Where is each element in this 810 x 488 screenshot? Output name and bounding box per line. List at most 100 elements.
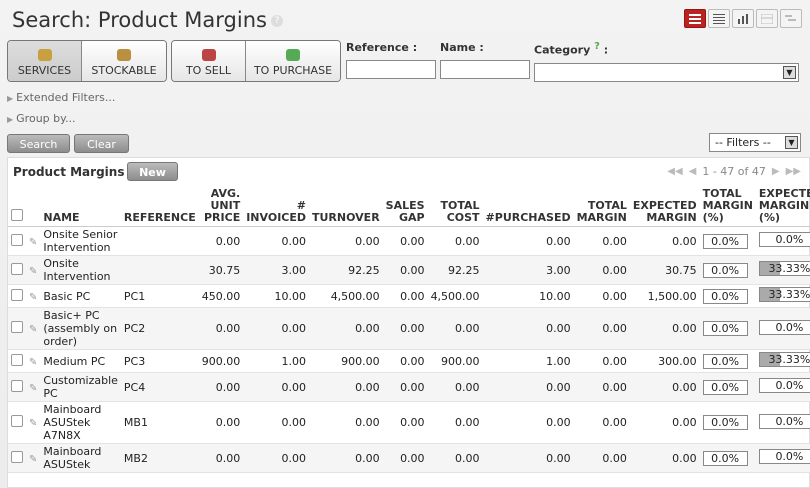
pencil-icon[interactable]: ✎ (29, 266, 37, 277)
expected-margin-pct-bar: 0.0% (758, 378, 810, 393)
form-view-icon[interactable] (708, 9, 730, 28)
pencil-icon[interactable]: ✎ (29, 324, 37, 335)
to-purchase-icon (286, 49, 300, 61)
cell-purchased: 0.00 (482, 226, 574, 256)
cell-name[interactable]: Basic PC (40, 284, 121, 308)
extended-filters-label: Extended Filters... (16, 91, 116, 104)
category-help-icon[interactable]: ? (594, 41, 600, 52)
table-row[interactable]: ✎ Customizable PC PC4 0.00 0.00 0.00 0.00 0.00 0… (8, 372, 810, 402)
chevron-down-icon[interactable]: ▼ (785, 136, 798, 149)
services-icon (37, 49, 52, 61)
col-total-margin-pct[interactable]: TOTAL MARGIN (%) (699, 186, 756, 227)
cell-name[interactable]: Customizable PC (40, 372, 121, 402)
row-checkbox[interactable] (11, 379, 23, 392)
col-total-cost[interactable]: TOTAL COST (427, 186, 483, 227)
table-row[interactable]: ✎ Mainboard ASUStek A7N8X MB1 0.00 0.00 0.00 0… (8, 401, 810, 444)
list-view-icon[interactable] (684, 9, 706, 28)
group-by-toggle[interactable]: ▶ Group by... (7, 112, 76, 125)
extended-filters-toggle[interactable]: ▶ Extended Filters... (7, 91, 115, 104)
new-button[interactable]: New (127, 162, 178, 181)
filter-to-purchase-button[interactable]: TO PURCHASE (246, 41, 340, 81)
row-checkbox[interactable] (11, 321, 23, 333)
cell-name[interactable]: Onsite Intervention (40, 255, 121, 285)
pencil-icon[interactable]: ✎ (29, 237, 37, 248)
view-switcher (684, 9, 802, 28)
cell-name[interactable]: Mainboard ASUStek A7N8X (40, 401, 121, 444)
cell-reference: PC2 (120, 307, 199, 350)
col-expected-margin[interactable]: EXPECTED MARGIN (629, 186, 700, 227)
col-reference[interactable]: REFERENCE (120, 186, 199, 227)
cell-exp-margin: 0.00 (629, 226, 700, 256)
table-row[interactable]: ✎ Medium PC PC3 900.00 1.00 900.00 0.00 900.00 1… (8, 349, 810, 373)
chevron-down-icon[interactable]: ▼ (783, 65, 796, 79)
margin-pct-bar: 0.0% (702, 379, 748, 395)
pager: ◀◀ ◀ 1 - 47 of 47 ▶ ▶▶ (667, 165, 801, 178)
first-page-icon[interactable]: ◀◀ (667, 166, 682, 177)
row-select-cell (8, 226, 26, 256)
row-checkbox[interactable] (11, 262, 23, 275)
prev-page-icon[interactable]: ◀ (689, 166, 697, 177)
filter-services-button[interactable]: SERVICES (8, 41, 82, 81)
row-select-cell (8, 372, 26, 402)
search-button[interactable]: Search (7, 134, 70, 153)
cell-cost: 0.00 (427, 443, 483, 473)
margin-pct-bar: 0.0% (702, 353, 748, 369)
next-page-icon[interactable]: ▶ (772, 166, 780, 177)
name-input[interactable] (440, 60, 530, 79)
row-checkbox[interactable] (11, 233, 23, 246)
table-row[interactable]: ✎ Mainboard ASUStek MB2 0.00 0.00 0.00 0.00 0.0… (8, 443, 810, 473)
cell-gap: 0.00 (382, 307, 428, 350)
row-checkbox[interactable] (11, 353, 23, 366)
table-row[interactable]: ✎ Basic PC PC1 450.00 10.00 4,500.00 0.00 4,500… (8, 284, 810, 308)
col-sales-gap[interactable]: SALES GAP (382, 186, 428, 227)
cell-turnover: 92.25 (309, 255, 383, 285)
cell-name[interactable]: Basic+ PC (assembly on order) (40, 307, 121, 350)
col-expected-margin-pct[interactable]: EXPECTED MARGIN (%) (755, 186, 810, 227)
cell-cost: 0.00 (427, 401, 483, 444)
cell-name[interactable]: Medium PC (40, 349, 121, 373)
col-name[interactable]: NAME (40, 186, 121, 227)
category-select[interactable]: ▼ (534, 62, 799, 82)
category-label: Category (534, 43, 591, 57)
filters-select[interactable]: -- Filters -- ▼ (709, 133, 801, 152)
cell-name[interactable]: Mainboard ASUStek (40, 443, 121, 473)
row-checkbox[interactable] (11, 288, 23, 301)
col-purchased[interactable]: #PURCHASED (482, 186, 574, 227)
help-icon[interactable]: ? (270, 15, 283, 27)
cell-exp-margin: 0.00 (629, 307, 700, 350)
table-row[interactable]: ✎ Onsite Senior Intervention 0.00 0.00 0.00 0… (8, 226, 810, 256)
reference-field: Reference : (346, 41, 436, 79)
graph-view-icon[interactable] (732, 9, 754, 28)
filter-to-sell-button[interactable]: TO SELL (172, 41, 246, 81)
cell-exp-margin: 0.00 (629, 401, 700, 444)
cell-cost: 900.00 (427, 349, 483, 373)
cell-reference: MB2 (120, 443, 199, 473)
table-row[interactable]: ✎ Basic+ PC (assembly on order) PC2 0.00 0.0… (8, 307, 810, 350)
cell-name[interactable]: Onsite Senior Intervention (40, 226, 121, 256)
pencil-icon[interactable]: ✎ (29, 418, 37, 429)
select-all-checkbox[interactable] (11, 209, 23, 221)
col-turnover[interactable]: TURNOVER (309, 186, 383, 227)
pencil-icon[interactable]: ✎ (29, 454, 37, 465)
pencil-icon[interactable]: ✎ (29, 292, 37, 303)
stockable-icon (117, 49, 131, 61)
filter-stockable-button[interactable]: STOCKABLE (82, 41, 166, 81)
last-page-icon[interactable]: ▶▶ (786, 166, 801, 177)
pencil-icon[interactable]: ✎ (29, 383, 37, 394)
pencil-icon[interactable]: ✎ (29, 357, 37, 368)
reference-input[interactable] (346, 60, 436, 79)
cell-purchased: 10.00 (482, 284, 574, 308)
page-title: Search: Product Margins? (12, 8, 283, 32)
cell-margin: 0.00 (573, 349, 630, 373)
row-select-cell (8, 349, 26, 373)
col-invoiced[interactable]: # INVOICED (243, 186, 309, 227)
col-avg-unit-price[interactable]: AVG. UNIT PRICE (198, 186, 244, 227)
margin-pct-bar: 0.0% (702, 288, 748, 304)
gantt-view-icon[interactable] (780, 9, 802, 28)
clear-button[interactable]: Clear (74, 134, 129, 153)
col-total-margin[interactable]: TOTAL MARGIN (573, 186, 630, 227)
row-checkbox[interactable] (11, 415, 23, 427)
table-row[interactable]: ✎ Onsite Intervention 30.75 3.00 92.25 0.00 92… (8, 255, 810, 285)
calendar-view-icon[interactable] (756, 9, 778, 28)
row-checkbox[interactable] (11, 450, 23, 463)
